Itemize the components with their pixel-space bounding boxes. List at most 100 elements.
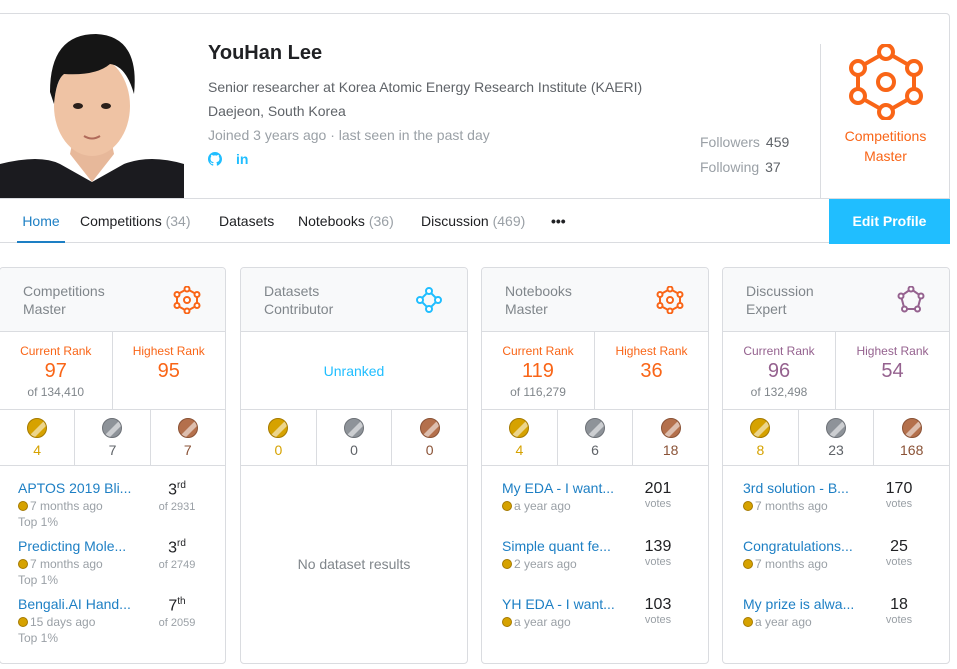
- list-item[interactable]: My prize is alwa... a year ago 18 votes: [743, 582, 929, 640]
- silver-medal-icon: [344, 418, 364, 438]
- silver-medal-icon: [585, 418, 605, 438]
- tier-badge: Competitions Master: [820, 44, 950, 198]
- list-item[interactable]: Congratulations... 7 months ago 25 votes: [743, 524, 929, 582]
- gold-medal-icon: [750, 418, 771, 438]
- tab-home[interactable]: Home: [17, 199, 65, 243]
- bronze-medals: 7: [151, 410, 225, 465]
- gold-medal-icon: [743, 559, 753, 569]
- list-item[interactable]: Bengali.AI Hand... 15 days ago Top 1% 7t…: [18, 582, 207, 645]
- gold-medal-icon: [509, 418, 530, 438]
- gold-medal-icon: [18, 559, 28, 569]
- bronze-medals: 168: [874, 410, 949, 465]
- current-rank: Current Rank 97 of 134,410: [0, 332, 113, 410]
- list-item[interactable]: YH EDA - I want... a year ago 103 votes: [502, 582, 688, 640]
- followers-label: Followers: [700, 134, 760, 150]
- silver-medal-icon: [102, 418, 123, 438]
- github-icon[interactable]: [208, 151, 222, 167]
- silver-medals: 6: [558, 410, 634, 465]
- avatar: [0, 14, 184, 198]
- card-header: Discussion Expert: [723, 268, 949, 332]
- silver-medals: 23: [799, 410, 875, 465]
- followers-count: 459: [765, 134, 790, 150]
- card-header: Datasets Contributor: [241, 268, 467, 332]
- card-header: Notebooks Master: [482, 268, 708, 332]
- discussion-expert-icon: [897, 285, 925, 319]
- list-item[interactable]: My EDA - I want... a year ago 201 votes: [502, 466, 688, 524]
- following-label: Following: [700, 159, 760, 175]
- current-rank: Current Rank 96 of 132,498: [723, 332, 836, 410]
- followers[interactable]: Followers 459: [700, 130, 789, 155]
- edit-profile-button[interactable]: Edit Profile: [829, 199, 950, 244]
- gold-medals: 8: [723, 410, 799, 465]
- gold-medal-icon: [18, 501, 28, 511]
- medal-row: 4 7 7: [0, 410, 225, 466]
- list-item[interactable]: 3rd solution - B... 7 months ago 170 vote…: [743, 466, 929, 524]
- silver-medals: 0: [317, 410, 393, 465]
- card-title: Discussion Expert: [746, 283, 814, 317]
- highest-rank: Highest Rank 95: [132, 344, 205, 382]
- bronze-medal-icon: [660, 418, 681, 438]
- bronze-medal-icon: [901, 418, 922, 438]
- tier-label: Competitions Master: [844, 128, 927, 164]
- datasets-card: Datasets Contributor Unranked 0 0 0 No d…: [240, 267, 468, 664]
- gold-medal-icon: [743, 501, 753, 511]
- profile-occupation: Senior researcher at Korea Atomic Energy…: [208, 79, 643, 95]
- social-links: in: [208, 151, 642, 167]
- card-header: Competitions Master: [0, 268, 225, 332]
- rank-row: Current Rank 119 of 116,279 Highest Rank…: [482, 332, 708, 410]
- profile-info: YouHan Lee Senior researcher at Korea At…: [208, 42, 642, 167]
- gold-medals: 0: [241, 410, 317, 465]
- current-rank: Current Rank 119 of 116,279: [482, 332, 595, 410]
- datasets-contributor-icon: [415, 286, 443, 319]
- bronze-medals: 18: [633, 410, 708, 465]
- tab-discussion[interactable]: Discussion (469): [421, 199, 525, 257]
- bronze-medals: 0: [392, 410, 467, 465]
- tab-notebooks[interactable]: Notebooks (36): [298, 199, 394, 257]
- profile-name: YouHan Lee: [208, 42, 323, 64]
- gold-medals: 4: [482, 410, 558, 465]
- following-count: 37: [765, 159, 781, 175]
- gold-medal-icon: [502, 501, 512, 511]
- competitions-card: Competitions Master Current Rank 97 of 1…: [0, 267, 226, 664]
- list-item[interactable]: Predicting Mole... 7 months ago Top 1% 3…: [18, 524, 207, 587]
- gold-medal-icon: [27, 418, 48, 438]
- silver-medals: 7: [75, 410, 151, 465]
- highest-rank: Highest Rank 36: [615, 344, 688, 382]
- gold-medal-icon: [18, 617, 28, 627]
- unranked-label: Unranked: [241, 332, 467, 410]
- silver-medal-icon: [826, 418, 846, 438]
- competition-list: APTOS 2019 Bli... 7 months ago Top 1% 3r…: [0, 466, 225, 645]
- follow-stats: Followers 459 Following 37: [700, 130, 789, 180]
- profile-tabs: Home Competitions (34) Datasets Notebook…: [0, 198, 950, 257]
- notebooks-master-icon: [656, 285, 684, 319]
- profile-joined: Joined 3 years ago · last seen in the pa…: [208, 127, 490, 143]
- empty-message: No dataset results: [297, 556, 411, 572]
- gold-medal-icon: [268, 418, 289, 438]
- rank-row: Current Rank 96 of 132,498 Highest Rank …: [723, 332, 949, 410]
- card-title: Notebooks Master: [505, 283, 572, 317]
- gold-medal-icon: [743, 617, 753, 627]
- highest-rank: Highest Rank 54: [856, 344, 929, 382]
- discussion-list: 3rd solution - B... 7 months ago 170 vote…: [723, 466, 949, 640]
- more-tabs-button[interactable]: •••: [551, 199, 566, 257]
- gold-medal-icon: [502, 617, 512, 627]
- bronze-medal-icon: [177, 418, 198, 438]
- tab-competitions[interactable]: Competitions (34): [80, 199, 191, 257]
- following[interactable]: Following 37: [700, 155, 789, 180]
- competitions-master-icon: [821, 44, 950, 120]
- competitions-master-icon: [173, 285, 201, 319]
- bronze-medal-icon: [419, 418, 440, 438]
- gold-medal-icon: [502, 559, 512, 569]
- linkedin-icon[interactable]: in: [236, 151, 248, 167]
- notebook-list: My EDA - I want... a year ago 201 votes S…: [482, 466, 708, 640]
- medal-row: 4 6 18: [482, 410, 708, 466]
- notebooks-card: Notebooks Master Current Rank 119 of 116…: [481, 267, 709, 664]
- list-item[interactable]: APTOS 2019 Bli... 7 months ago Top 1% 3r…: [18, 466, 207, 529]
- list-item[interactable]: Simple quant fe... 2 years ago 139 votes: [502, 524, 688, 582]
- card-title: Datasets Contributor: [264, 283, 334, 317]
- discussion-card: Discussion Expert Current Rank 96 of 132…: [722, 267, 950, 664]
- medal-row: 8 23 168: [723, 410, 949, 466]
- medal-row: 0 0 0: [241, 410, 467, 466]
- rank-row: Current Rank 97 of 134,410 Highest Rank …: [0, 332, 225, 410]
- tab-datasets[interactable]: Datasets: [219, 199, 274, 257]
